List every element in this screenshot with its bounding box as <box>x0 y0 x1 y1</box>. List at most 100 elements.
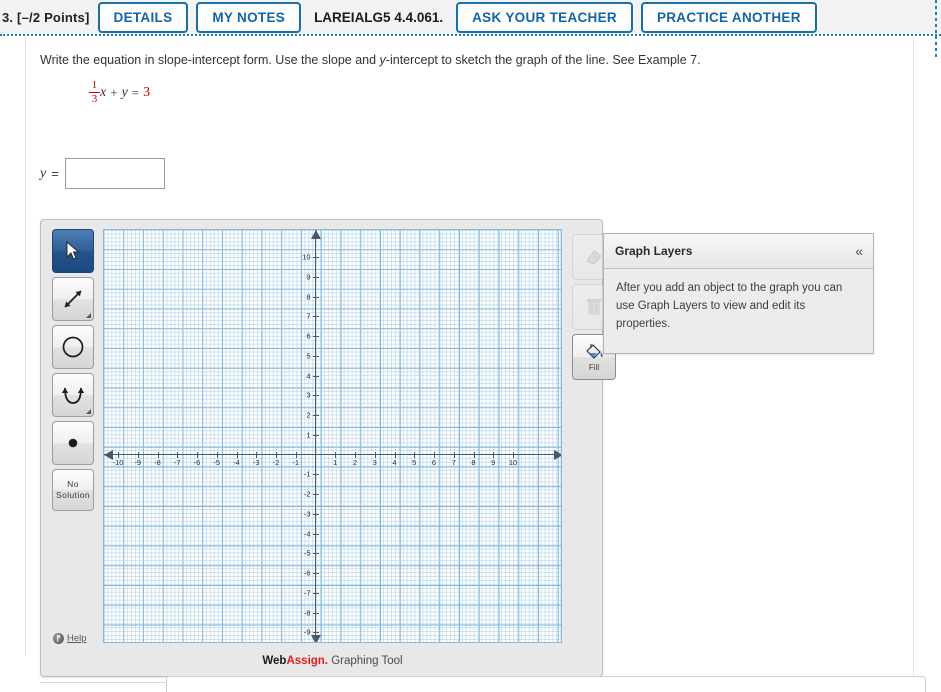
y-axis-tick <box>312 474 319 476</box>
question-prompt: Write the equation in slope-intercept fo… <box>40 53 701 67</box>
x-axis-tick-label: -8 <box>154 457 161 467</box>
filled-point-icon <box>68 438 78 448</box>
y-axis-tick-label: 6 <box>306 331 311 341</box>
ask-your-teacher-button[interactable]: ASK YOUR TEACHER <box>456 1 633 33</box>
answer-input[interactable] <box>64 158 165 189</box>
equation-right-hand-side: 3 <box>143 84 151 100</box>
x-axis-tick-label: 4 <box>392 457 397 467</box>
parabola-tool-button[interactable] <box>52 373 94 417</box>
cursor-arrow-icon <box>66 241 80 260</box>
y-axis-tick <box>312 276 319 278</box>
x-axis-tick-label: -5 <box>213 457 221 467</box>
graph-layers-title: Graph Layers <box>615 244 693 258</box>
y-axis-tick <box>312 296 319 298</box>
x-axis-tick-label: 2 <box>352 457 358 467</box>
fraction-numerator: 1 <box>91 79 98 91</box>
collapse-chevron-icon[interactable]: « <box>855 244 863 258</box>
x-axis-tick-label: 7 <box>451 457 456 467</box>
my-notes-button[interactable]: MY NOTES <box>196 1 302 33</box>
answer-y-label: y <box>40 165 47 181</box>
no-solution-label: No Solution <box>56 479 90 500</box>
y-axis-tick-label: 2 <box>306 410 311 420</box>
help-icon <box>53 633 64 644</box>
y-axis-tick-label: -4 <box>303 529 311 538</box>
y-axis-tick <box>312 592 319 594</box>
y-axis-tick <box>312 494 319 495</box>
prompt-text-part-2: -intercept to sketch the graph of the li… <box>385 53 701 67</box>
x-axis-tick-label: -9 <box>134 457 142 467</box>
circle-icon <box>62 336 84 358</box>
y-axis-tick-label: 9 <box>306 272 311 282</box>
help-link[interactable]: Help <box>53 633 87 644</box>
y-axis-tick-label: 4 <box>306 371 311 380</box>
y-axis-tick <box>312 316 319 318</box>
parabola-icon <box>61 387 85 404</box>
y-axis-tick <box>312 395 319 397</box>
line-tool-button[interactable] <box>52 277 94 321</box>
x-axis-tick-label: 8 <box>471 457 476 467</box>
y-axis-tick-label: -3 <box>303 509 311 519</box>
prompt-text-part-1: Write the equation in slope-intercept fo… <box>40 53 380 67</box>
drawing-tools-palette: No Solution <box>52 229 94 515</box>
y-axis-tick <box>312 612 319 614</box>
parabola-tool-expand-corner[interactable] <box>86 409 91 414</box>
y-axis-tick <box>312 375 319 377</box>
circle-tool-button[interactable] <box>52 325 94 369</box>
x-axis-tick-label: -4 <box>233 457 240 467</box>
no-solution-button[interactable]: No Solution <box>52 469 94 511</box>
y-axis-tick-label: 5 <box>306 351 311 361</box>
y-axis-line <box>315 230 316 642</box>
y-axis-tick <box>312 355 319 357</box>
y-axis-tick-label: -9 <box>303 627 311 637</box>
x-axis-tick-label: 9 <box>491 457 496 467</box>
question-header-bar: 3. [–/2 Points] DETAILS MY NOTES LAREIAL… <box>0 0 941 34</box>
body-left-divider <box>25 36 26 656</box>
brand-tool-name: Graphing Tool <box>328 655 403 667</box>
webassign-brand: WebAssign. Graphing Tool <box>41 655 624 667</box>
points-label: 3. [–/2 Points] <box>2 9 90 25</box>
y-axis-tick-label: -2 <box>303 489 311 499</box>
x-axis-tick-label: -3 <box>252 457 260 467</box>
y-axis-tick-label: -1 <box>303 469 311 479</box>
fill-label: Fill <box>588 363 600 372</box>
y-axis-tick-label: -8 <box>303 608 311 617</box>
eraser-icon <box>586 250 602 265</box>
graph-layers-panel: Graph Layers « After you add an object t… <box>603 233 874 354</box>
next-question-partial-panel <box>166 676 926 692</box>
equation-plus-operator: + <box>110 84 118 100</box>
problem-identifier: LAREIALG5 4.4.061. <box>314 9 444 25</box>
y-axis-tick-label: 7 <box>306 311 311 321</box>
practice-another-button[interactable]: PRACTICE ANOTHER <box>640 1 817 33</box>
answer-row: y = <box>40 158 165 189</box>
y-axis-tick <box>312 415 319 416</box>
select-tool-button[interactable] <box>52 229 94 273</box>
brand-web: Web <box>262 655 287 667</box>
answer-equals-label: = <box>51 166 59 181</box>
x-axis-tick-label: 5 <box>412 457 417 467</box>
x-axis-tick-label: -1 <box>292 457 300 467</box>
fraction-denominator: 3 <box>91 93 98 105</box>
brand-assign: Assign. <box>286 655 329 667</box>
graph-layers-message: After you add an object to the graph you… <box>616 282 843 330</box>
equation-equals-operator: = <box>131 84 140 100</box>
x-axis-tick-label: -7 <box>173 457 181 467</box>
y-axis-tick-label: 1 <box>306 430 311 440</box>
y-axis-down-arrow <box>310 635 321 642</box>
body-right-divider <box>913 36 914 692</box>
given-equation: 1 3 x + y = 3 <box>89 80 150 105</box>
point-tool-button[interactable] <box>52 421 94 465</box>
line-tool-expand-corner[interactable] <box>86 313 91 318</box>
y-axis-tick-label: -5 <box>303 548 311 558</box>
y-axis-up-arrow <box>310 230 321 239</box>
y-axis-tick <box>312 336 319 337</box>
details-button[interactable]: DETAILS <box>97 1 189 33</box>
x-axis-tick-label: -2 <box>272 457 280 467</box>
y-axis-tick <box>312 533 319 535</box>
help-label: Help <box>67 633 87 644</box>
question-body: Write the equation in slope-intercept fo… <box>0 34 941 692</box>
y-axis-tick <box>312 434 319 436</box>
y-axis-tick-label: 3 <box>306 390 311 400</box>
y-axis-tick-label: 8 <box>306 292 311 301</box>
graph-canvas[interactable]: -10 -9 -8 -7 -6 -5 -4 -3 -2 -1 1 2 3 4 5 6 7 8 9 10 10 9 8 7 6 5… <box>103 229 562 643</box>
paint-bucket-icon <box>586 344 603 359</box>
